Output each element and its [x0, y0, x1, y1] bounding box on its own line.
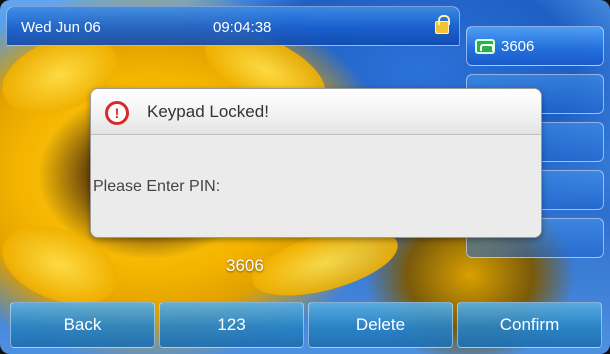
- pin-input-value[interactable]: 3606: [226, 256, 264, 276]
- confirm-button[interactable]: Confirm: [457, 302, 602, 348]
- dialog-header: ! Keypad Locked!: [91, 89, 541, 135]
- dialog-title: Keypad Locked!: [147, 102, 269, 121]
- phone-screen: Wed Jun 06 09:04:38 3606 ! Keypad Locked…: [0, 0, 610, 354]
- status-date: Wed Jun 06: [21, 19, 101, 36]
- alert-icon: !: [105, 101, 129, 125]
- line-key-1[interactable]: 3606: [466, 26, 604, 66]
- phone-icon: [475, 39, 495, 54]
- input-mode-button[interactable]: 123: [159, 302, 304, 348]
- line-key-label: 3606: [501, 38, 535, 55]
- dialog-body: Please Enter PIN:: [91, 136, 541, 237]
- back-button[interactable]: Back: [10, 302, 155, 348]
- delete-button[interactable]: Delete: [308, 302, 453, 348]
- status-bar: Wed Jun 06 09:04:38: [6, 6, 460, 46]
- lock-icon: [435, 15, 450, 34]
- status-time: 09:04:38: [213, 19, 272, 36]
- pin-prompt-label: Please Enter PIN:: [93, 178, 221, 195]
- softkey-bar: Back 123 Delete Confirm: [8, 302, 604, 348]
- keypad-locked-dialog: ! Keypad Locked! Please Enter PIN:: [90, 88, 542, 238]
